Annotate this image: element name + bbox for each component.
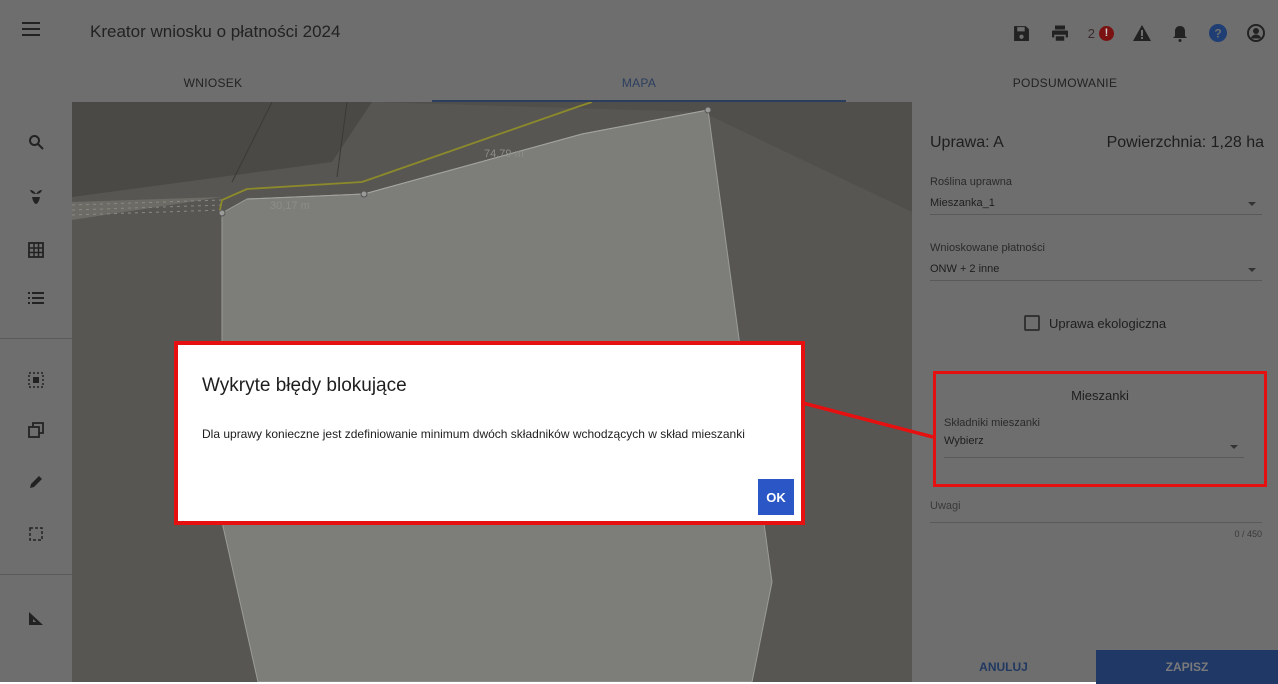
- help-icon[interactable]: ?: [1208, 23, 1228, 43]
- crop-label: Uprawa: A: [930, 134, 1004, 151]
- bell-icon[interactable]: [1170, 23, 1190, 43]
- error-icon: !: [1099, 25, 1114, 41]
- blocking-errors-dialog: Wykryte błędy blokujące Dla uprawy konie…: [174, 341, 805, 525]
- chevron-down-icon: [1248, 202, 1256, 206]
- measurement-label: 30,17 m: [270, 200, 310, 212]
- eco-label: Uprawa ekologiczna: [1049, 315, 1167, 331]
- grid-icon[interactable]: [26, 240, 46, 260]
- save-button[interactable]: ZAPISZ: [1096, 650, 1278, 684]
- crop-select-icon[interactable]: [26, 524, 46, 544]
- plant-select-value: Mieszanka_1: [930, 197, 995, 209]
- plant-select-label: Roślina uprawna: [930, 176, 1012, 188]
- plant-select[interactable]: Roślina uprawna Mieszanka_1: [930, 176, 1262, 215]
- eco-checkbox[interactable]: [1024, 315, 1040, 331]
- toolbar-divider: [0, 574, 72, 575]
- mixture-components-label: Składniki mieszanki: [944, 417, 1040, 429]
- app-title: Kreator wniosku o płatności 2024: [90, 22, 341, 41]
- search-icon[interactable]: [26, 132, 46, 152]
- print-icon[interactable]: [1050, 23, 1070, 43]
- save-icon[interactable]: [1012, 23, 1032, 43]
- tab-mapa[interactable]: MAPA: [426, 64, 852, 102]
- payments-select-label: Wnioskowane płatności: [930, 242, 1045, 254]
- account-icon[interactable]: [1246, 23, 1266, 43]
- map-toolbar: [0, 102, 72, 682]
- mixture-components-value: Wybierz: [944, 435, 984, 447]
- error-counter[interactable]: 2 !: [1087, 25, 1114, 41]
- mixture-components-select[interactable]: Składniki mieszanki Wybierz: [944, 417, 1244, 458]
- menu-icon[interactable]: [22, 22, 40, 42]
- area-label: Powierzchnia: 1,28 ha: [1106, 134, 1264, 151]
- main-tabs: WNIOSEK MAPA PODSUMOWANIE: [0, 64, 1278, 102]
- tab-wniosek[interactable]: WNIOSEK: [0, 64, 426, 102]
- payments-select-value: ONW + 2 inne: [930, 263, 1000, 275]
- tab-podsumowanie[interactable]: PODSUMOWANIE: [852, 64, 1278, 102]
- copy-icon[interactable]: [26, 420, 46, 440]
- panel-header: Uprawa: A Powierzchnia: 1,28 ha: [930, 134, 1264, 152]
- ok-button[interactable]: OK: [758, 479, 794, 515]
- mixtures-section: Mieszanki Składniki mieszanki Wybierz: [933, 371, 1267, 487]
- plant-icon[interactable]: [26, 186, 46, 206]
- chevron-down-icon: [1230, 445, 1238, 449]
- char-counter: 0 / 450: [1234, 529, 1262, 539]
- cancel-button[interactable]: ANULUJ: [912, 650, 1095, 684]
- dialog-message: Dla uprawy konieczne jest zdefiniowanie …: [202, 427, 745, 441]
- error-count: 2: [1087, 25, 1095, 41]
- mixtures-title: Mieszanki: [1071, 388, 1129, 403]
- remarks-field[interactable]: Uwagi: [930, 500, 1262, 523]
- pencil-icon[interactable]: [26, 472, 46, 492]
- header-actions: 2 ! ?: [1012, 20, 1266, 46]
- ruler-icon[interactable]: [26, 608, 46, 628]
- svg-text:?: ?: [1214, 27, 1221, 41]
- select-area-icon[interactable]: [26, 370, 46, 390]
- crop-details-panel: Uprawa: A Powierzchnia: 1,28 ha Roślina …: [912, 102, 1278, 684]
- dialog-title: Wykryte błędy blokujące: [202, 375, 407, 396]
- toolbar-divider: [0, 338, 72, 339]
- list-icon[interactable]: [26, 288, 46, 308]
- payments-select[interactable]: Wnioskowane płatności ONW + 2 inne: [930, 242, 1262, 281]
- measurement-label: 74,79 m: [484, 148, 524, 160]
- chevron-down-icon: [1248, 268, 1256, 272]
- warning-icon[interactable]: [1132, 23, 1152, 43]
- app-header: Kreator wniosku o płatności 2024 2 ! ?: [0, 0, 1278, 64]
- eco-checkbox-row[interactable]: Uprawa ekologiczna: [1024, 315, 1166, 331]
